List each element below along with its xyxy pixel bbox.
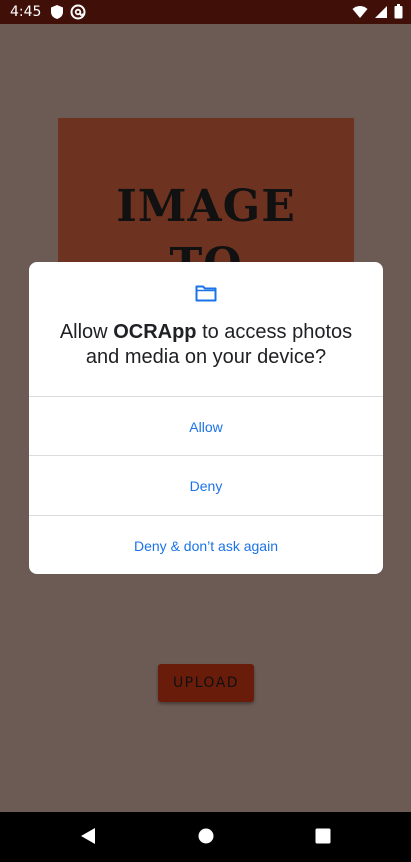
recents-icon[interactable] xyxy=(315,827,331,850)
navigation-bar xyxy=(0,812,411,862)
app-name: OCRApp xyxy=(113,321,197,343)
battery-icon xyxy=(394,4,403,24)
allow-button[interactable]: Allow xyxy=(29,396,383,456)
deny-dont-ask-button[interactable]: Deny & don’t ask again xyxy=(29,515,383,574)
status-time: 4:45 xyxy=(10,4,42,20)
wifi-icon xyxy=(352,5,368,24)
folder-icon xyxy=(195,284,217,307)
status-bar: 4:45 xyxy=(0,0,411,24)
home-icon[interactable] xyxy=(198,827,214,850)
permission-dialog: Allow OCRApp to access photos and media … xyxy=(29,262,383,574)
signal-icon xyxy=(374,5,388,24)
dialog-message: Allow OCRApp to access photos and media … xyxy=(45,320,367,370)
shield-icon xyxy=(50,4,64,25)
upload-button[interactable]: UPLOAD xyxy=(158,664,254,702)
back-icon[interactable] xyxy=(80,827,96,850)
at-sign-icon xyxy=(70,4,86,25)
deny-button[interactable]: Deny xyxy=(29,455,383,515)
image-text-line1: IMAGE xyxy=(116,181,296,232)
message-prefix: Allow xyxy=(59,321,114,343)
